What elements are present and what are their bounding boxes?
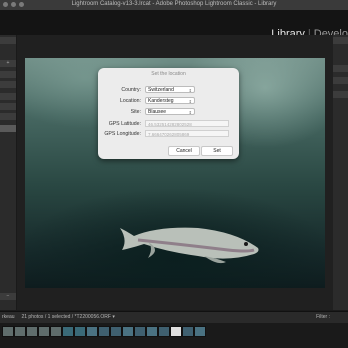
latitude-label: GPS Latitude:	[108, 121, 141, 127]
photo-count[interactable]: 21 photos / 1 selected / *T2200056.ORF	[21, 314, 111, 320]
site-select[interactable]: Blausee ⇕	[145, 108, 195, 115]
left-panel-item[interactable]	[0, 103, 16, 110]
right-panel-item[interactable]	[333, 91, 348, 98]
left-panel: + −	[0, 35, 17, 310]
latitude-field[interactable]: 46.532514282802528	[145, 120, 229, 127]
location-value: Kandersteg	[148, 98, 174, 104]
chevron-down-icon[interactable]: ▾	[112, 314, 115, 320]
cancel-button[interactable]: Cancel	[168, 146, 200, 156]
filmstrip-thumb[interactable]	[122, 326, 134, 337]
longitude-field[interactable]: 7.666470262805869	[145, 130, 229, 137]
filmstrip-thumb[interactable]	[98, 326, 110, 337]
filmstrip-header: rkeau 21 photos / 1 selected / *T2200056…	[0, 311, 348, 323]
filmstrip-thumb[interactable]	[86, 326, 98, 337]
filmstrip-thumb[interactable]	[62, 326, 74, 337]
filmstrip-thumb[interactable]	[158, 326, 170, 337]
source-text: rkeau	[2, 314, 15, 320]
window-title: Lightroom Catalog-v13-3.lrcat - Adobe Ph…	[71, 1, 277, 7]
module-picker: Library | Develo	[0, 10, 348, 40]
right-panel-header[interactable]	[333, 37, 348, 44]
left-panel-item[interactable]	[0, 93, 16, 100]
location-row: Location: Kandersteg ⇕	[98, 97, 239, 106]
filmstrip	[0, 323, 348, 348]
filmstrip-thumb[interactable]	[50, 326, 62, 337]
dialog-title: Set the location	[151, 71, 186, 77]
filmstrip-thumb[interactable]	[38, 326, 50, 337]
left-panel-header[interactable]	[0, 37, 16, 44]
filmstrip-thumb[interactable]	[194, 326, 206, 337]
left-panel-item-selected[interactable]	[0, 125, 16, 132]
site-value: Blausee	[148, 109, 167, 115]
chevron-updown-icon: ⇕	[188, 88, 192, 93]
right-panel-item[interactable]	[333, 65, 348, 72]
country-label: Country:	[121, 87, 141, 93]
right-panel	[332, 35, 348, 310]
left-panel-add-button[interactable]: +	[0, 60, 16, 67]
right-panel-item[interactable]	[333, 77, 348, 84]
filmstrip-thumb[interactable]	[182, 326, 194, 337]
filmstrip-source: rkeau 21 photos / 1 selected / *T2200056…	[2, 314, 115, 320]
filmstrip-thumb[interactable]	[110, 326, 122, 337]
filmstrip-thumb[interactable]	[74, 326, 86, 337]
site-label: Site:	[130, 109, 141, 115]
chevron-updown-icon: ⇕	[188, 99, 192, 104]
trout-image	[120, 227, 259, 264]
site-row: Site: Blausee ⇕	[98, 108, 239, 117]
filter-label[interactable]: Filter :	[316, 314, 330, 320]
left-panel-remove-button[interactable]: −	[0, 293, 16, 300]
filmstrip-thumb[interactable]	[26, 326, 38, 337]
country-value: Switzerland	[148, 87, 174, 93]
set-button[interactable]: Set	[201, 146, 233, 156]
filmstrip-thumb[interactable]	[14, 326, 26, 337]
left-panel-item[interactable]	[0, 71, 16, 78]
longitude-row: GPS Longitude: 7.666470262805869	[98, 130, 239, 139]
longitude-label: GPS Longitude:	[104, 131, 141, 137]
location-select[interactable]: Kandersteg ⇕	[145, 97, 195, 104]
location-label: Location:	[119, 98, 141, 104]
country-row: Country: Switzerland ⇕	[98, 86, 239, 95]
filmstrip-thumb-selected[interactable]	[170, 326, 182, 337]
left-panel-item[interactable]	[0, 81, 16, 88]
filmstrip-thumb[interactable]	[2, 326, 14, 337]
latitude-row: GPS Latitude: 46.532514282802528	[98, 120, 239, 129]
chevron-updown-icon: ⇕	[188, 110, 192, 115]
left-panel-item[interactable]	[0, 113, 16, 120]
country-select[interactable]: Switzerland ⇕	[145, 86, 195, 93]
filmstrip-thumb[interactable]	[146, 326, 158, 337]
filmstrip-thumb[interactable]	[134, 326, 146, 337]
